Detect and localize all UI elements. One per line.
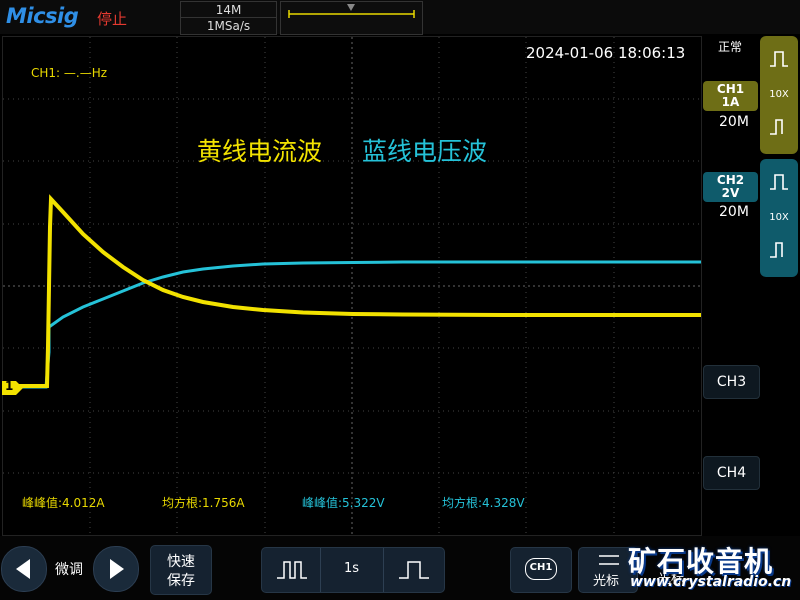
trigger-position-bar[interactable] — [280, 1, 423, 35]
ch3-button[interactable]: CH3 — [703, 365, 760, 399]
ch2-bandwidth: 20M — [719, 204, 749, 220]
timebase-control[interactable]: 1s — [261, 547, 445, 593]
quick-save-line1: 快速 — [167, 554, 195, 570]
ch1-frequency-readout: CH1: —.—Hz — [31, 66, 108, 80]
ch2-coupling-panel[interactable]: 10X — [760, 159, 798, 277]
quick-save-line2: 保存 — [167, 573, 195, 589]
divider — [383, 548, 384, 592]
timebase-value: 1s — [344, 561, 360, 576]
measurement-ch2-rms: 均方根:4.328V — [442, 496, 525, 510]
ch2-name: CH2 — [716, 173, 745, 187]
acquisition-info[interactable]: 14M 1MSa/s — [180, 1, 277, 35]
trigger-mode[interactable]: 正常 — [718, 38, 742, 55]
cursor-lines-icon — [599, 555, 619, 565]
ch1-coupling-panel[interactable]: 10X — [760, 36, 798, 154]
run-stop-status[interactable]: 停止 — [97, 8, 127, 29]
quick-save-button[interactable]: 快速 保存 — [150, 545, 212, 595]
arrow-left-icon — [16, 559, 30, 579]
annotation-yellow: 黄线电流波 — [197, 137, 323, 166]
trigger-position-indicator — [288, 4, 415, 18]
measurement-ch1-rms: 均方根:1.756A — [162, 496, 245, 510]
timebase-decrease-icon[interactable] — [274, 554, 310, 590]
timestamp: 2024-01-06 18:06:13 — [526, 44, 686, 62]
divider — [181, 17, 276, 18]
annotation-cyan: 蓝线电压波 — [362, 137, 488, 166]
fine-adjust-left-button[interactable] — [1, 546, 47, 592]
ac-coupling-icon[interactable] — [764, 112, 794, 142]
ch1-name: CH1 — [716, 82, 745, 96]
ch1-probe-ratio: 10X — [769, 89, 789, 100]
measurement-ch1-peak: 峰峰值:4.012A — [22, 496, 105, 510]
memory-depth: 14M — [215, 3, 242, 17]
arrow-right-icon — [110, 559, 124, 579]
divider — [320, 548, 321, 592]
measurement-ch2-peak: 峰峰值:5.322V — [302, 496, 385, 510]
ch2-probe-ratio: 10X — [769, 212, 789, 223]
waveform-graticule — [3, 37, 701, 535]
ch1-bandwidth: 20M — [719, 114, 749, 130]
ch1-ground-label: 1 — [5, 379, 14, 393]
sample-rate: 1MSa/s — [206, 19, 251, 33]
ch1-scale-chip[interactable]: CH1 1A — [703, 81, 758, 111]
ch2-scale-chip[interactable]: CH2 2V — [703, 172, 758, 202]
timebase-increase-icon[interactable] — [396, 554, 432, 590]
waveform-display[interactable] — [2, 36, 702, 536]
channel-select-button[interactable]: CH1 — [510, 547, 572, 593]
fine-adjust-right-button[interactable] — [93, 546, 139, 592]
cursor-label: 光标 — [593, 574, 620, 589]
ch1-select-chip: CH1 — [525, 558, 557, 580]
ch1-scale: 1A — [721, 95, 740, 109]
dc-coupling-icon[interactable] — [764, 44, 794, 74]
ch2-scale: 2V — [721, 186, 740, 200]
micsig-logo: Micsig — [6, 4, 79, 28]
dc-coupling-icon[interactable] — [764, 167, 794, 197]
ch2-voltage-trace — [13, 260, 701, 389]
fine-adjust-label: 微调 — [55, 562, 83, 578]
watermark-url: www.crystalradio.cn — [630, 574, 792, 590]
ac-coupling-icon[interactable] — [764, 235, 794, 265]
ch4-button[interactable]: CH4 — [703, 456, 760, 490]
